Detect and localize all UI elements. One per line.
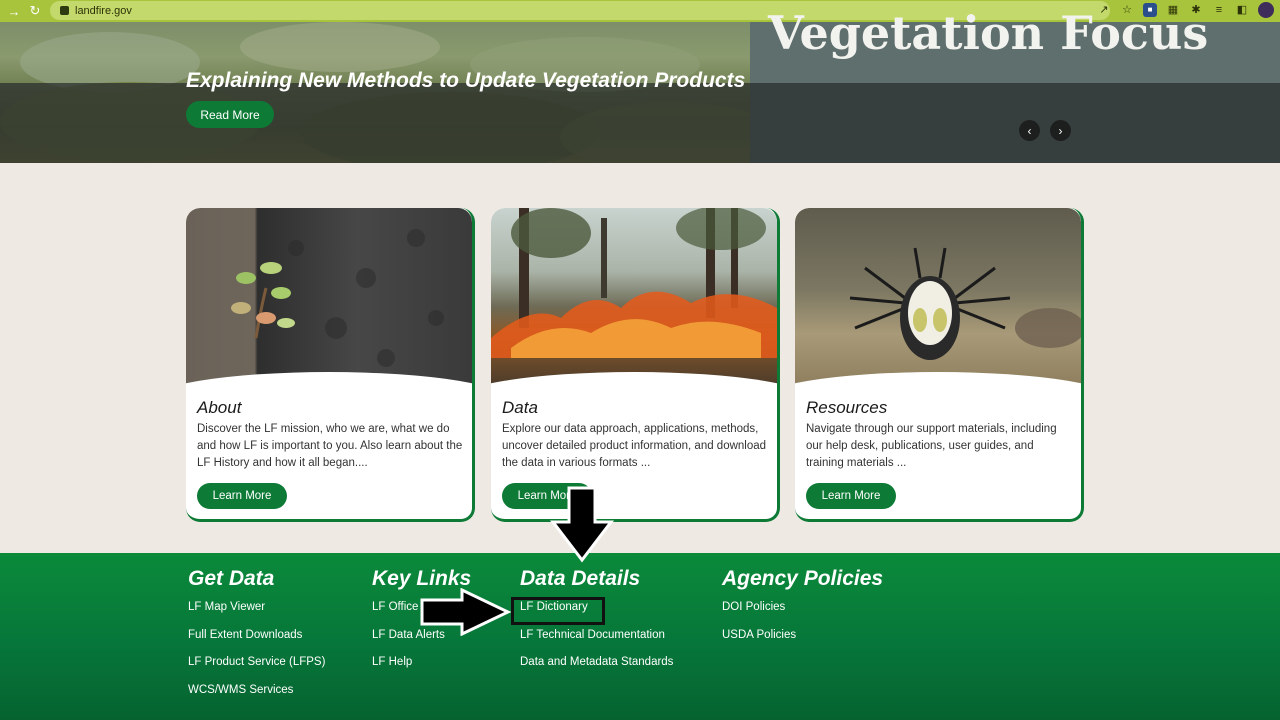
footer-link-lf-help[interactable]: LF Help [372,654,471,682]
media-icon[interactable]: ≡ [1212,3,1226,17]
chevron-left-icon[interactable]: ‹ [1019,120,1040,141]
footer-link-lfps[interactable]: LF Product Service (LFPS) [188,654,325,682]
data-card-image [491,208,777,388]
resources-card-image [795,208,1081,388]
card-description: Explore our data approach, applications,… [502,423,767,469]
lock-icon [60,6,69,15]
side-panel-icon[interactable]: ◧ [1235,3,1249,17]
card-description: Discover the LF mission, who we are, wha… [197,423,463,469]
highlight-box [511,597,605,625]
footer-link-lf-map-viewer[interactable]: LF Map Viewer [188,599,325,627]
card-title: About [197,398,242,417]
card-about: About Discover the LF mission, who we ar… [186,208,475,522]
chevron-right-icon[interactable]: › [1050,120,1071,141]
card-title: Data [502,398,538,417]
down-arrow-icon [549,486,615,563]
card-resources: Resources Navigate through our support m… [795,208,1084,522]
footer-link-lf-technical-documentation[interactable]: LF Technical Documentation [520,627,673,655]
card-title: Resources [806,398,888,417]
card-data: Data Explore our data approach, applicat… [491,208,780,522]
learn-more-button[interactable]: Learn More [806,483,896,509]
about-card-image [186,208,472,388]
site-footer: Get Data LF Map Viewer Full Extent Downl… [0,553,1280,720]
profile-avatar[interactable] [1258,2,1274,18]
footer-link-wcs-wms[interactable]: WCS/WMS Services [188,682,325,710]
footer-heading: Get Data [188,567,275,590]
footer-link-data-metadata-standards[interactable]: Data and Metadata Standards [520,654,673,682]
hero-background-heading: Vegetation Focus [768,6,1209,60]
url-text: landfire.gov [75,4,132,17]
footer-link-full-extent-downloads[interactable]: Full Extent Downloads [188,627,325,655]
hero-title: Explaining New Methods to Update Vegetat… [186,69,746,92]
footer-agency-policies: Agency Policies DOI Policies USDA Polici… [722,567,883,654]
card-description: Navigate through our support materials, … [806,423,1057,469]
right-arrow-icon [420,588,512,636]
forward-icon[interactable]: → [4,1,24,21]
footer-link-usda-policies[interactable]: USDA Policies [722,627,883,655]
footer-link-doi-policies[interactable]: DOI Policies [722,599,883,627]
footer-heading: Data Details [520,567,641,590]
learn-more-button[interactable]: Learn More [197,483,287,509]
footer-heading: Agency Policies [722,567,884,590]
read-more-button[interactable]: Read More [186,101,274,128]
reload-icon[interactable]: ↻ [25,1,45,21]
footer-get-data: Get Data LF Map Viewer Full Extent Downl… [188,567,325,710]
